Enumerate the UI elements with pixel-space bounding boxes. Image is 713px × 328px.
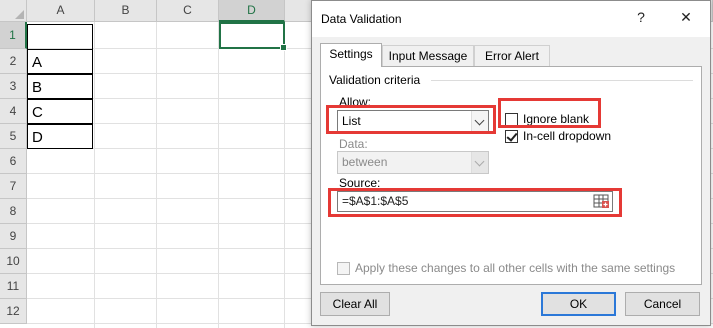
row-header-2[interactable]: 2 — [0, 49, 27, 74]
column-header-a[interactable]: A — [27, 0, 95, 22]
apply-all-checkbox[interactable] — [337, 262, 350, 275]
help-icon[interactable]: ? — [630, 9, 652, 25]
gridline — [156, 22, 157, 328]
row-header-6[interactable]: 6 — [0, 149, 27, 174]
apply-all-label[interactable]: Apply these changes to all other cells w… — [355, 261, 675, 275]
cancel-button[interactable]: Cancel — [625, 292, 700, 316]
allow-label: Allow: — [339, 95, 372, 109]
criteria-heading: Validation criteria — [329, 73, 421, 87]
data-label: Data: — [339, 137, 368, 151]
row-header-12[interactable]: 12 — [0, 299, 27, 324]
settings-panel: Validation criteria Allow: List Ignore b… — [320, 66, 702, 285]
incell-dropdown-checkbox[interactable] — [505, 130, 518, 143]
row-header-3[interactable]: 3 — [0, 74, 27, 99]
group-divider — [431, 80, 693, 81]
tab-settings[interactable]: Settings — [320, 43, 382, 67]
select-all-corner[interactable] — [0, 0, 27, 22]
data-select[interactable]: between — [337, 151, 489, 174]
cell-a4[interactable]: C — [27, 99, 93, 124]
ignore-blank-label[interactable]: Ignore blank — [523, 112, 589, 126]
chevron-down-icon[interactable] — [471, 111, 488, 132]
incell-dropdown-label[interactable]: In-cell dropdown — [523, 129, 611, 143]
cell-a3[interactable]: B — [27, 74, 93, 99]
row-header-11[interactable]: 11 — [0, 274, 27, 299]
data-validation-dialog: Data Validation ? ✕ Settings Input Messa… — [311, 0, 711, 326]
row-header-4[interactable]: 4 — [0, 99, 27, 124]
row-header-8[interactable]: 8 — [0, 199, 27, 224]
tab-error-alert[interactable]: Error Alert — [474, 45, 550, 66]
tab-input-message[interactable]: Input Message — [382, 45, 474, 66]
cell-a1[interactable] — [27, 24, 93, 50]
clear-all-button[interactable]: Clear All — [320, 292, 390, 316]
ok-button[interactable]: OK — [541, 292, 616, 316]
row-header-9[interactable]: 9 — [0, 224, 27, 249]
source-label: Source: — [339, 176, 381, 190]
row-header-1[interactable]: 1 — [0, 22, 27, 49]
allow-value: List — [342, 114, 361, 128]
source-value: =$A$1:$A$5 — [342, 194, 409, 208]
range-select-icon[interactable] — [592, 193, 611, 210]
range-select-glyph — [593, 194, 609, 208]
close-icon[interactable]: ✕ — [675, 9, 697, 26]
chevron-down-icon[interactable] — [471, 152, 488, 173]
cell-a2[interactable]: A — [27, 49, 93, 74]
row-header-7[interactable]: 7 — [0, 174, 27, 199]
source-input[interactable]: =$A$1:$A$5 — [337, 191, 613, 212]
column-header-b[interactable]: B — [95, 0, 157, 22]
gridline — [284, 22, 285, 328]
ignore-blank-checkbox[interactable] — [505, 113, 518, 126]
column-header-d[interactable]: D — [219, 0, 285, 22]
column-header-c[interactable]: C — [157, 0, 219, 22]
row-header-10[interactable]: 10 — [0, 249, 27, 274]
dialog-titlebar[interactable]: Data Validation ? ✕ — [312, 1, 710, 37]
data-value: between — [342, 155, 388, 169]
gridline — [94, 22, 95, 328]
allow-select[interactable]: List — [337, 110, 489, 133]
active-cell-d1[interactable] — [219, 22, 287, 51]
gridline — [218, 22, 219, 328]
cell-a5[interactable]: D — [27, 124, 93, 149]
dialog-title: Data Validation — [321, 12, 402, 26]
row-header-5[interactable]: 5 — [0, 124, 27, 149]
